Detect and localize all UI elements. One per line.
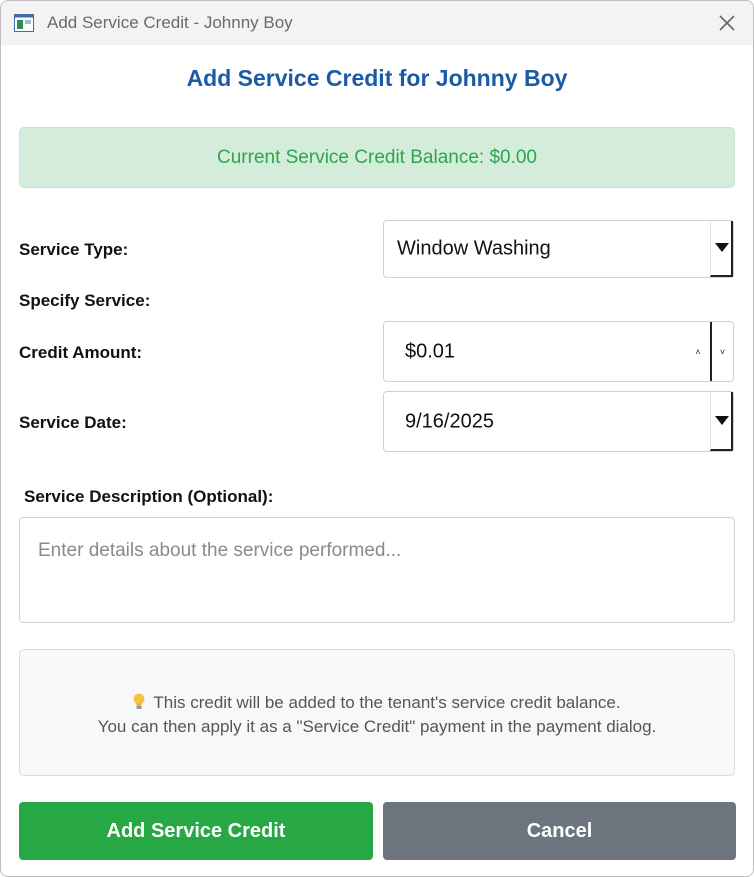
credit-amount-spin-controls: ˄ ˅ bbox=[687, 322, 733, 381]
spin-up-icon: ˄ bbox=[695, 346, 701, 357]
title-bar[interactable]: Add Service Credit - Johnny Boy bbox=[1, 1, 753, 45]
service-date-value: 9/16/2025 bbox=[405, 410, 494, 432]
service-type-dropdown[interactable]: Window Washing bbox=[383, 220, 734, 278]
window-title: Add Service Credit - Johnny Boy bbox=[47, 13, 293, 32]
description-textarea[interactable] bbox=[19, 517, 735, 623]
service-type-label: Service Type: bbox=[19, 240, 129, 259]
service-date-picker[interactable]: 9/16/2025 bbox=[383, 391, 734, 452]
balance-text: Current Service Credit Balance: $0.00 bbox=[217, 147, 537, 168]
info-line-1: This credit will be added to the tenant'… bbox=[20, 693, 734, 713]
service-type-value: Window Washing bbox=[397, 237, 551, 260]
lightbulb-icon bbox=[133, 693, 145, 713]
service-date-label: Service Date: bbox=[19, 413, 127, 432]
credit-amount-spinbox[interactable]: $0.01 ˄ ˅ bbox=[383, 321, 734, 382]
credit-amount-label: Credit Amount: bbox=[19, 343, 143, 362]
balance-banner: Current Service Credit Balance: $0.00 bbox=[19, 127, 735, 188]
spin-down-button[interactable]: ˅ bbox=[710, 322, 733, 381]
info-line-2: You can then apply it as a "Service Cred… bbox=[97, 717, 657, 736]
cancel-button[interactable]: Cancel bbox=[383, 802, 736, 860]
close-button[interactable] bbox=[701, 1, 753, 45]
app-window-icon bbox=[14, 14, 34, 32]
spin-up-button[interactable]: ˄ bbox=[687, 322, 709, 381]
service-date-dropdown-button[interactable] bbox=[710, 392, 733, 451]
info-text-1: This credit will be added to the tenant'… bbox=[153, 693, 621, 712]
add-service-credit-button[interactable]: Add Service Credit bbox=[19, 802, 373, 860]
info-panel: This credit will be added to the tenant'… bbox=[19, 649, 735, 776]
dialog-window: Add Service Credit - Johnny Boy Add Serv… bbox=[0, 0, 754, 877]
spin-down-icon: ˅ bbox=[719, 346, 726, 357]
service-type-dropdown-button[interactable] bbox=[710, 221, 733, 277]
dialog-heading: Add Service Credit for Johnny Boy bbox=[186, 65, 568, 91]
credit-amount-value: $0.01 bbox=[405, 340, 456, 362]
specify-service-label: Specify Service: bbox=[19, 291, 151, 310]
description-label: Service Description (Optional): bbox=[24, 487, 274, 506]
